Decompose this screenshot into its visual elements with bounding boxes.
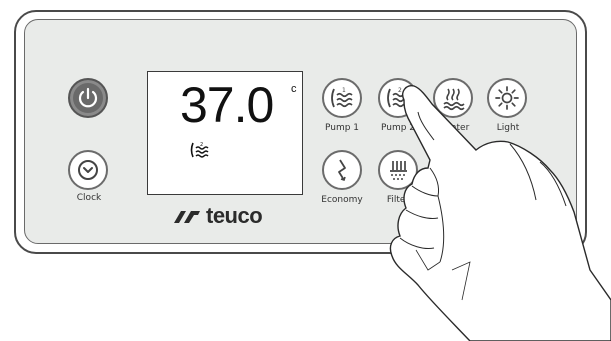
hand-illustration (389, 85, 611, 341)
